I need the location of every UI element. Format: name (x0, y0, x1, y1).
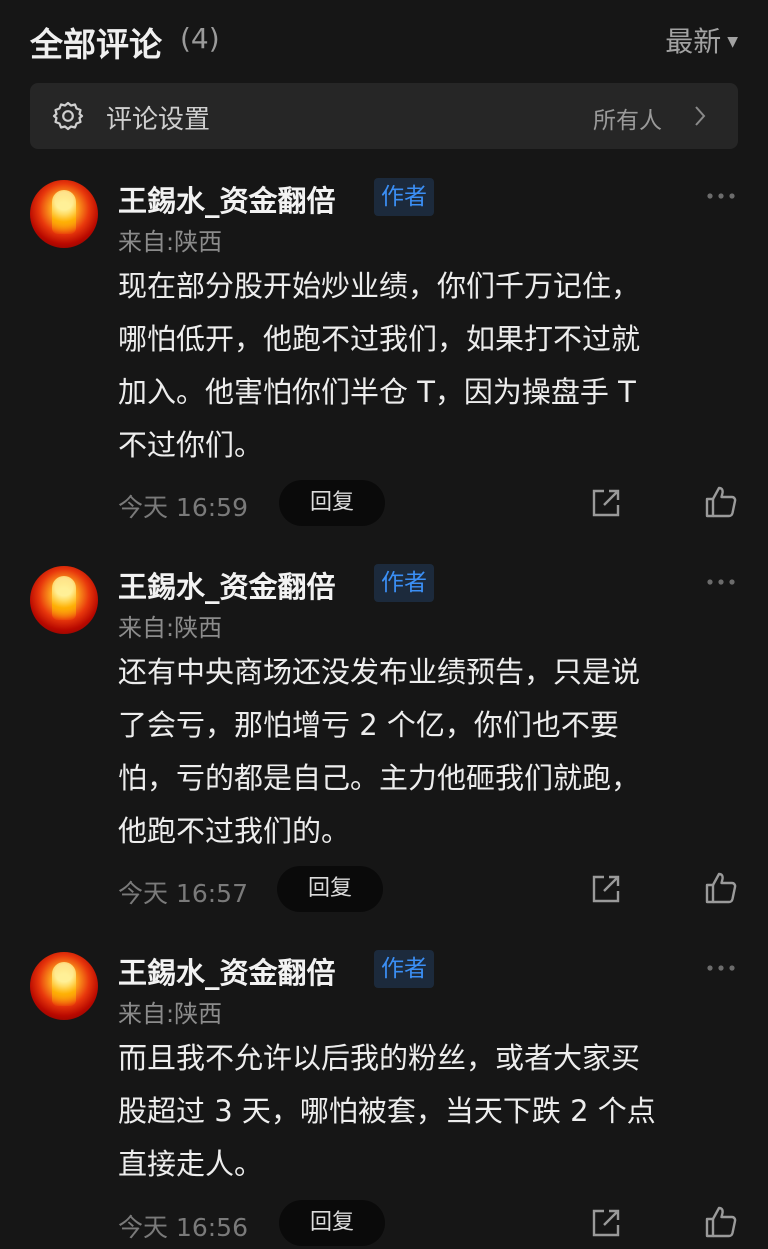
share-icon[interactable] (590, 487, 622, 519)
sort-dropdown[interactable]: 最新 ▼ (665, 20, 738, 60)
comment-text: 而且我不允许以后我的粉丝，或者大家买 股超过 3 天，哪怕被套，当天下跌 2 个… (118, 1032, 738, 1191)
avatar[interactable] (30, 180, 98, 248)
sort-label[interactable]: 最新 (665, 25, 721, 58)
settings-value[interactable]: 所有人 (593, 101, 662, 135)
share-icon[interactable] (590, 873, 622, 905)
comment-time: 今天 16:59 (118, 493, 248, 522)
author-name[interactable]: 王錫水_资金翻倍 (118, 564, 336, 606)
comment-line: 直接走人。 (118, 1147, 264, 1181)
like-icon[interactable] (704, 485, 738, 519)
comment-line: 现在部分股开始炒业绩，你们千万记住， (118, 269, 641, 303)
comment-line: 而且我不允许以后我的粉丝，或者大家买 (118, 1041, 641, 1075)
comment-text: 还有中央商场还没发布业绩预告，只是说 了会亏，那怕增亏 2 个亿，你们也不要 怕… (118, 646, 738, 858)
comment-settings-row[interactable]: 评论设置 所有人 (30, 83, 738, 149)
comment-line: 怕，亏的都是自己。主力他砸我们就跑， (118, 761, 641, 795)
like-icon[interactable] (704, 871, 738, 905)
reply-button[interactable]: 回复 (279, 480, 385, 526)
author-location: 来自:陕西 (118, 614, 223, 642)
more-options-icon[interactable] (706, 578, 736, 586)
author-badge: 作者 (374, 950, 434, 988)
chevron-right-icon[interactable] (692, 104, 708, 128)
comment-time: 今天 16:57 (118, 879, 248, 908)
author-name[interactable]: 王錫水_资金翻倍 (118, 178, 336, 220)
comments-count: (4) (180, 22, 220, 55)
comment-line: 股超过 3 天，哪怕被套，当天下跌 2 个点 (118, 1094, 656, 1128)
comments-header: 全部评论 (4) 最新 ▼ (30, 14, 738, 64)
comment-line: 他跑不过我们的。 (118, 814, 351, 848)
comment-time: 今天 16:56 (118, 1213, 248, 1242)
share-icon[interactable] (590, 1207, 622, 1239)
more-options-icon[interactable] (706, 192, 736, 200)
triangle-down-icon[interactable]: ▼ (727, 34, 738, 50)
comment-line: 不过你们。 (118, 428, 264, 462)
settings-label[interactable]: 评论设置 (106, 99, 210, 136)
avatar[interactable] (30, 566, 98, 634)
reply-button[interactable]: 回复 (277, 866, 383, 912)
comments-title: 全部评论 (30, 25, 162, 64)
author-name[interactable]: 王錫水_资金翻倍 (118, 950, 336, 992)
author-badge: 作者 (374, 564, 434, 602)
avatar[interactable] (30, 952, 98, 1020)
reply-button[interactable]: 回复 (279, 1200, 385, 1246)
like-icon[interactable] (704, 1205, 738, 1239)
author-location: 来自:陕西 (118, 1000, 223, 1028)
comment-text: 现在部分股开始炒业绩，你们千万记住， 哪怕低开，他跑不过我们，如果打不过就 加入… (118, 260, 738, 472)
author-badge: 作者 (374, 178, 434, 216)
comment-line: 还有中央商场还没发布业绩预告，只是说 (118, 655, 641, 689)
more-options-icon[interactable] (706, 964, 736, 972)
comment-line: 加入。他害怕你们半仓 T，因为操盘手 T (118, 375, 636, 409)
comment-line: 了会亏，那怕增亏 2 个亿，你们也不要 (118, 708, 619, 742)
comment-line: 哪怕低开，他跑不过我们，如果打不过就 (118, 322, 641, 356)
author-location: 来自:陕西 (118, 228, 223, 256)
gear-icon (52, 100, 84, 132)
